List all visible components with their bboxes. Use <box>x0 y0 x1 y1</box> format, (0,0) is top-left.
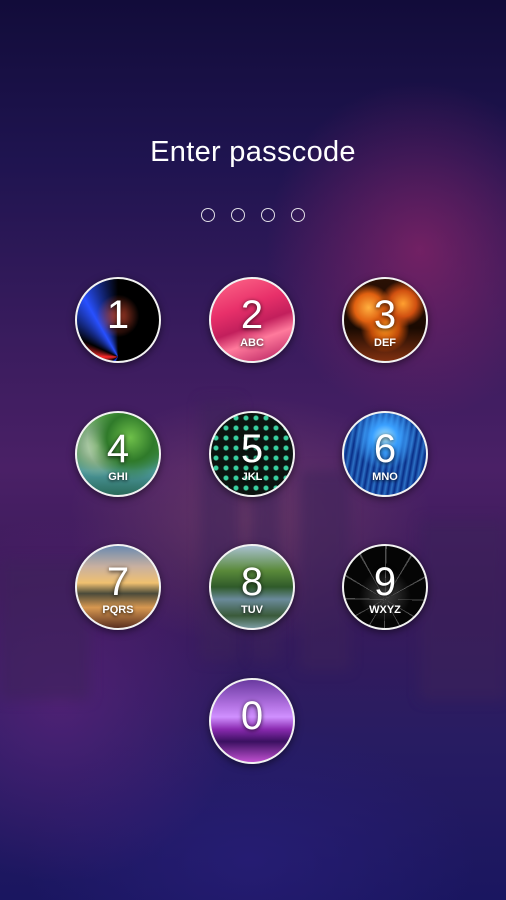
key-1-button[interactable]: 1 <box>75 277 161 363</box>
key-5-button[interactable]: 5 JKL <box>209 411 295 497</box>
key-digit: 7 <box>106 560 130 604</box>
key-letters: JKL <box>241 471 263 483</box>
passcode-dot-3 <box>261 208 275 222</box>
key-digit: 2 <box>240 293 264 337</box>
key-0-button[interactable]: 0 <box>209 678 295 764</box>
passcode-indicator <box>0 208 506 222</box>
key-letters: PQRS <box>102 604 134 616</box>
key-3-button[interactable]: 3 DEF <box>342 277 428 363</box>
key-letters: TUV <box>241 604 263 616</box>
key-8-button[interactable]: 8 TUV <box>209 544 295 630</box>
passcode-title: Enter passcode <box>150 136 356 168</box>
key-digit: 8 <box>240 560 264 604</box>
key-digit: 9 <box>373 560 397 604</box>
key-letters: MNO <box>372 471 398 483</box>
key-letters: DEF <box>374 337 396 349</box>
key-digit: 6 <box>373 427 397 471</box>
key-6-button[interactable]: 6 MNO <box>342 411 428 497</box>
key-9-button[interactable]: 9 WXYZ <box>342 544 428 630</box>
key-digit: 4 <box>106 427 130 471</box>
key-digit: 5 <box>240 427 264 471</box>
background-building <box>300 470 350 670</box>
passcode-dot-4 <box>291 208 305 222</box>
key-letters: ABC <box>240 337 264 349</box>
key-digit: 0 <box>240 694 264 738</box>
key-letters: GHI <box>108 471 128 483</box>
background-building <box>420 520 506 700</box>
passcode-dot-2 <box>231 208 245 222</box>
key-digit: 1 <box>106 293 130 337</box>
key-7-button[interactable]: 7 PQRS <box>75 544 161 630</box>
passcode-dot-1 <box>201 208 215 222</box>
key-digit: 3 <box>373 293 397 337</box>
key-4-button[interactable]: 4 GHI <box>75 411 161 497</box>
key-letters: WXYZ <box>369 604 401 616</box>
key-2-button[interactable]: 2 ABC <box>209 277 295 363</box>
